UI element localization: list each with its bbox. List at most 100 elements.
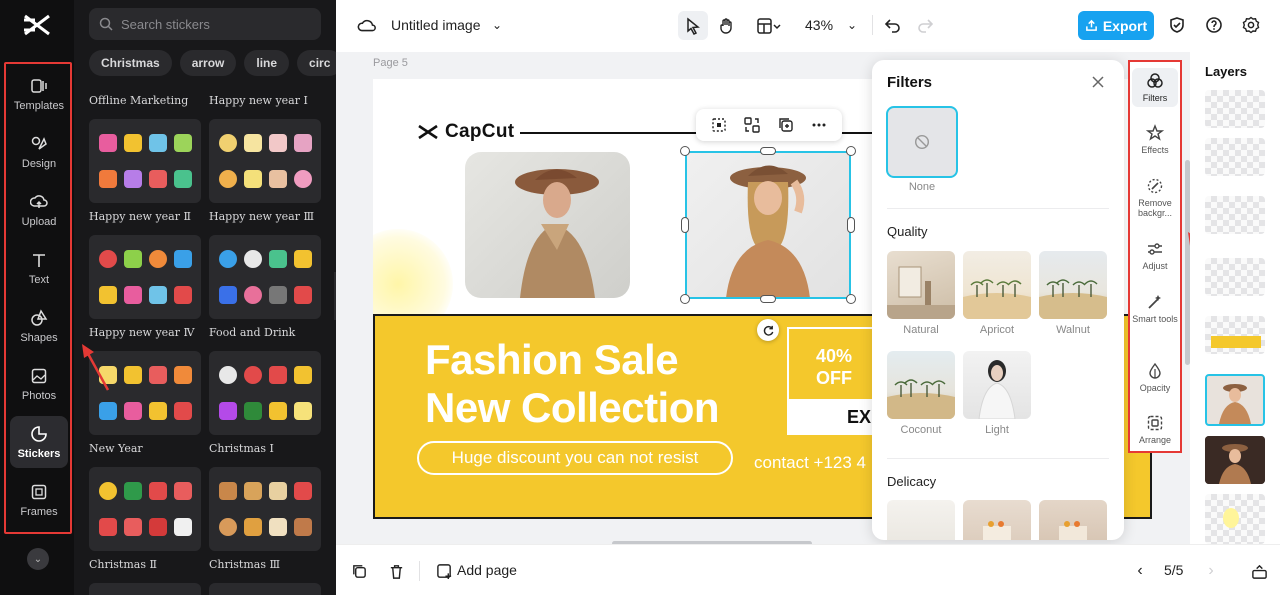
- resize-handle[interactable]: [760, 295, 776, 303]
- sticker-tile[interactable]: [209, 467, 321, 551]
- help-button[interactable]: [1203, 14, 1225, 36]
- brand-logo[interactable]: CapCut: [417, 121, 514, 143]
- rail-item-upload[interactable]: Upload: [10, 184, 68, 236]
- layout-button[interactable]: [750, 11, 788, 40]
- section-title[interactable]: Happy new year Ⅱ: [89, 210, 191, 223]
- rotate-handle[interactable]: [757, 319, 779, 341]
- sticker-tile[interactable]: [89, 583, 201, 595]
- resize-handle[interactable]: [681, 217, 689, 233]
- duplicate-icon[interactable]: [777, 116, 795, 134]
- filter-light[interactable]: [963, 351, 1031, 419]
- resize-handle[interactable]: [760, 147, 776, 155]
- tool-filters[interactable]: Filters: [1132, 68, 1178, 107]
- chip-line[interactable]: line: [244, 50, 290, 76]
- sticker-tile[interactable]: [209, 235, 321, 319]
- zoom-level[interactable]: 43%: [805, 17, 833, 33]
- layer-thumb[interactable]: [1205, 316, 1265, 354]
- previous-page-icon[interactable]: ‹: [1131, 560, 1149, 582]
- add-page-button[interactable]: Add page: [457, 562, 517, 578]
- layer-thumb-selected[interactable]: [1205, 374, 1265, 426]
- section-title[interactable]: Happy new year Ⅲ: [209, 210, 314, 223]
- sticker-tile[interactable]: [89, 119, 201, 203]
- filter-natural[interactable]: [887, 251, 955, 319]
- selection-box[interactable]: [685, 151, 851, 299]
- resize-handle[interactable]: [846, 294, 856, 304]
- rail-item-photos[interactable]: Photos: [10, 358, 68, 410]
- section-title[interactable]: Food and Drink: [209, 326, 295, 339]
- settings-button[interactable]: [1240, 14, 1262, 36]
- next-page-icon[interactable]: ›: [1202, 560, 1220, 582]
- chip-christmas[interactable]: Christmas: [89, 50, 172, 76]
- tool-arrange[interactable]: Arrange: [1132, 414, 1178, 445]
- delete-page-button[interactable]: [385, 560, 407, 582]
- filter-delicacy-2[interactable]: [963, 500, 1031, 540]
- pointer-tool-button[interactable]: [678, 11, 708, 40]
- tool-adjust[interactable]: Adjust: [1132, 240, 1178, 271]
- rail-item-text[interactable]: Text: [10, 242, 68, 294]
- shield-button[interactable]: [1166, 14, 1188, 36]
- rail-item-templates[interactable]: Templates: [10, 68, 68, 120]
- close-icon[interactable]: [1090, 74, 1106, 90]
- layer-thumb[interactable]: [1205, 90, 1265, 128]
- replace-icon[interactable]: [743, 116, 761, 134]
- hand-tool-button[interactable]: [714, 11, 740, 40]
- chip-circle[interactable]: circ: [297, 50, 336, 76]
- discount-box[interactable]: 40% OFF EX: [787, 327, 879, 435]
- filter-delicacy-1[interactable]: [887, 500, 955, 540]
- sticker-tile[interactable]: [209, 351, 321, 435]
- chevron-down-icon[interactable]: ⌄: [27, 548, 49, 570]
- rail-item-stickers[interactable]: Stickers: [10, 416, 68, 468]
- layer-thumb[interactable]: [1205, 196, 1265, 234]
- rail-item-design[interactable]: Design: [10, 126, 68, 178]
- tool-effects[interactable]: Effects: [1132, 124, 1178, 155]
- collapse-pages-button[interactable]: [1248, 560, 1270, 582]
- filter-coconut[interactable]: [887, 351, 955, 419]
- section-title[interactable]: New Year: [89, 442, 143, 455]
- sticker-tile[interactable]: [89, 467, 201, 551]
- capcut-logo-icon[interactable]: [22, 12, 52, 38]
- filter-none[interactable]: [886, 106, 958, 178]
- headline-line-1[interactable]: Fashion Sale: [425, 336, 679, 384]
- document-title[interactable]: Untitled image: [391, 17, 481, 33]
- chevron-down-icon[interactable]: ⌄: [490, 15, 504, 35]
- chevron-down-icon[interactable]: ⌄: [844, 15, 860, 35]
- tool-smart-tools[interactable]: Smart tools: [1132, 293, 1178, 324]
- section-title[interactable]: Happy new year Ⅳ: [89, 326, 194, 339]
- layer-thumb[interactable]: [1205, 138, 1265, 176]
- rail-item-frames[interactable]: Frames: [10, 474, 68, 526]
- undo-button[interactable]: [882, 14, 904, 36]
- sticker-tile[interactable]: [89, 235, 201, 319]
- export-button[interactable]: Export: [1078, 11, 1154, 40]
- select-area-icon[interactable]: [710, 116, 728, 134]
- resize-handle[interactable]: [680, 294, 690, 304]
- tool-remove-background[interactable]: Remove backgr...: [1132, 177, 1178, 218]
- resize-handle[interactable]: [847, 217, 855, 233]
- section-title[interactable]: Happy new year Ⅰ: [209, 94, 308, 107]
- duplicate-page-button[interactable]: [348, 560, 370, 582]
- layer-thumb[interactable]: [1205, 258, 1265, 296]
- resize-handle[interactable]: [846, 146, 856, 156]
- discount-pill[interactable]: Huge discount you can not resist: [417, 441, 733, 475]
- chip-arrow[interactable]: arrow: [179, 50, 237, 76]
- filter-apricot[interactable]: [963, 251, 1031, 319]
- resize-handle[interactable]: [680, 146, 690, 156]
- section-title[interactable]: Christmas Ⅰ: [209, 442, 274, 455]
- redo-button[interactable]: [914, 14, 936, 36]
- filter-walnut[interactable]: [1039, 251, 1107, 319]
- contact-text[interactable]: contact +123 4: [754, 453, 866, 473]
- section-title[interactable]: Offline Marketing: [89, 94, 188, 107]
- headline-line-2[interactable]: New Collection: [425, 384, 720, 432]
- search-input[interactable]: Search stickers: [89, 8, 321, 40]
- model-photo-left[interactable]: [465, 152, 630, 298]
- sticker-tile[interactable]: [209, 119, 321, 203]
- layer-thumb[interactable]: [1205, 494, 1265, 544]
- section-title[interactable]: Christmas Ⅱ: [89, 558, 157, 571]
- section-title[interactable]: Christmas Ⅲ: [209, 558, 280, 571]
- layer-thumb[interactable]: [1205, 436, 1265, 484]
- sticker-tile[interactable]: [209, 583, 321, 595]
- more-icon[interactable]: [810, 116, 828, 134]
- tool-opacity[interactable]: Opacity: [1132, 362, 1178, 393]
- cloud-icon[interactable]: [356, 15, 378, 37]
- rail-item-shapes[interactable]: Shapes: [10, 300, 68, 352]
- filter-delicacy-3[interactable]: [1039, 500, 1107, 540]
